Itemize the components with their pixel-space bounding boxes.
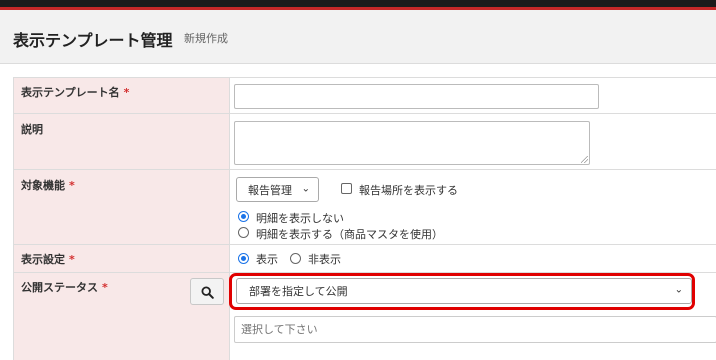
template-name-label: 表示テンプレート名 *: [21, 86, 130, 99]
required-mark: *: [102, 281, 108, 294]
publish-status-label: 公開ステータス *: [21, 281, 108, 294]
required-mark: *: [69, 179, 75, 192]
radio-display-show[interactable]: [238, 253, 249, 264]
target-function-select[interactable]: 報告管理 ⌄: [236, 177, 319, 202]
radio-show-details-label[interactable]: 明細を表示する（商品マスタを使用）: [256, 226, 443, 242]
show-location-checkbox[interactable]: [341, 183, 352, 194]
target-function-label: 対象機能 *: [21, 179, 75, 192]
radio-display-show-label[interactable]: 表示: [256, 251, 278, 267]
page-subtitle: 新規作成: [184, 32, 228, 45]
spacer: [0, 64, 716, 77]
label-cell: 説明: [14, 114, 230, 169]
search-icon: [201, 286, 214, 299]
radio-show-details[interactable]: [238, 227, 249, 238]
label-cell: 表示テンプレート名 *: [14, 78, 230, 113]
description-textarea[interactable]: [234, 121, 590, 165]
label-cell: 表示設定 *: [14, 245, 230, 272]
display-setting-label: 表示設定 *: [21, 253, 75, 266]
row-target-function: 対象機能 * 報告管理 ⌄ 報告場所を表示する 明細を表示しない 明細を表示する（…: [14, 170, 716, 245]
row-template-name: 表示テンプレート名 *: [14, 78, 716, 114]
label-cell: 対象機能 *: [14, 170, 230, 244]
department-select-input[interactable]: [234, 316, 716, 343]
page-title: 表示テンプレート管理: [13, 31, 173, 50]
template-form: 表示テンプレート名 * 説明 対象機能 * 報告管理 ⌄ 報告場所を表示する 明細を…: [13, 77, 716, 360]
page-header: 表示テンプレート管理 新規作成: [0, 10, 716, 64]
description-label: 説明: [21, 123, 43, 136]
template-name-input[interactable]: [234, 84, 599, 109]
radio-hide-details[interactable]: [238, 211, 249, 222]
row-description: 説明: [14, 114, 716, 170]
required-mark: *: [123, 86, 130, 99]
label-cell: 公開ステータス *: [14, 273, 230, 360]
chevron-down-icon: ⌄: [301, 182, 310, 194]
radio-display-hide[interactable]: [290, 253, 301, 264]
radio-display-hide-label[interactable]: 非表示: [308, 251, 341, 267]
resize-handle-icon[interactable]: [581, 156, 588, 163]
row-display-setting: 表示設定 * 表示 非表示: [14, 245, 716, 273]
target-function-value: 報告管理: [248, 183, 292, 197]
top-bar: [0, 0, 716, 7]
show-location-label[interactable]: 報告場所を表示する: [359, 182, 458, 198]
highlight-frame: [229, 273, 695, 310]
required-mark: *: [69, 253, 75, 266]
radio-hide-details-label[interactable]: 明細を表示しない: [256, 210, 344, 226]
search-button[interactable]: [190, 278, 224, 305]
